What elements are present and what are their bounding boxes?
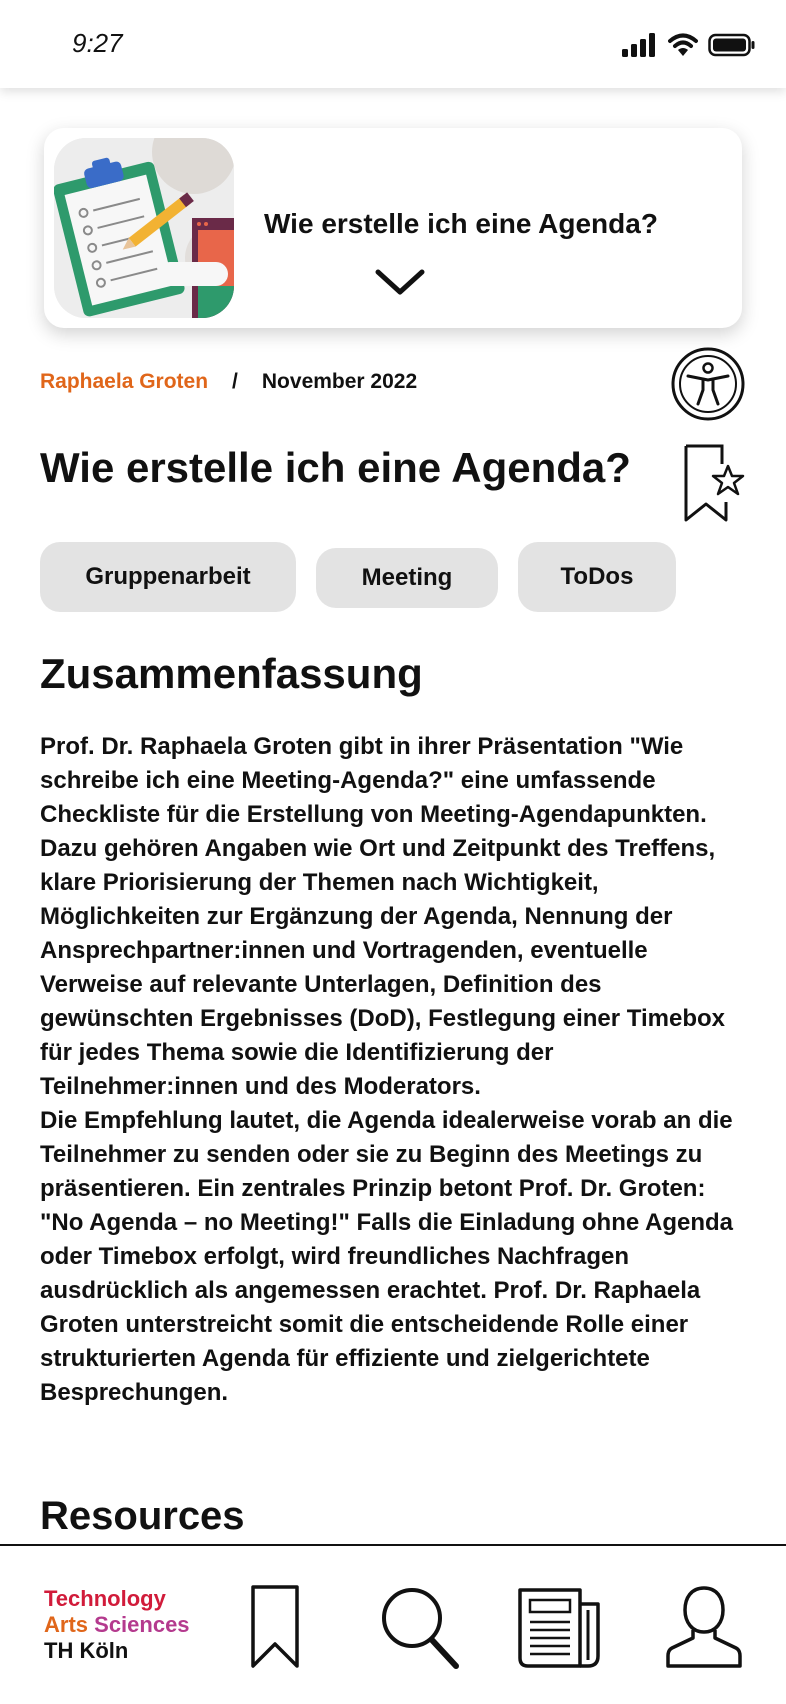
bottom-navigation: Technology Arts Sciences TH Köln: [0, 1544, 786, 1704]
meta-separator: /: [232, 370, 238, 393]
bookmark-star-icon[interactable]: [682, 444, 748, 524]
brand-line-arts-sciences: Arts Sciences: [44, 1612, 190, 1638]
brand-arts: Arts: [44, 1612, 89, 1637]
search-icon[interactable]: [378, 1584, 460, 1670]
brand-sciences: Sciences: [94, 1612, 190, 1637]
summary-text: Prof. Dr. Raphaela Groten gibt in ihrer …: [40, 730, 752, 1410]
tag-todos[interactable]: ToDos: [518, 542, 676, 612]
battery-icon: [708, 33, 755, 57]
hero-title: Wie erstelle ich eine Agenda?: [264, 208, 658, 239]
brand-line-technology: Technology: [44, 1586, 166, 1611]
summary-paragraph-1: Prof. Dr. Raphaela Groten gibt in ihrer …: [40, 733, 726, 1100]
signal-icon: [622, 33, 655, 57]
brand-line-th-koeln: TH Köln: [44, 1638, 129, 1663]
clipboard-illustration: [54, 138, 234, 318]
summary-paragraph-2: Die Empfehlung lautet, die Agenda ideale…: [40, 1107, 734, 1406]
author-link[interactable]: Raphaela Groten: [40, 370, 208, 394]
summary-heading: Zusammenfassung: [40, 650, 423, 697]
accessibility-icon[interactable]: [670, 346, 746, 422]
article-date: November 2022: [261, 370, 418, 393]
resources-heading: Resources: [40, 1494, 245, 1538]
status-time: 9:27: [72, 28, 123, 58]
tag-meeting[interactable]: Meeting: [316, 548, 498, 608]
hero-illustration: [54, 138, 234, 318]
news-icon[interactable]: [516, 1584, 606, 1670]
th-koeln-logo[interactable]: Technology Arts Sciences TH Köln: [44, 1586, 190, 1664]
status-icons: [622, 32, 756, 58]
article-hero-card[interactable]: Wie erstelle ich eine Agenda?: [44, 128, 742, 328]
status-bar: 9:27: [0, 0, 786, 88]
tag-gruppenarbeit[interactable]: Gruppenarbeit: [40, 542, 296, 612]
article-meta: Raphaela Groten / November 2022: [40, 370, 417, 394]
profile-icon[interactable]: [666, 1584, 742, 1670]
bookmark-icon[interactable]: [250, 1584, 300, 1670]
page-title: Wie erstelle ich eine Agenda?: [40, 444, 631, 491]
chevron-down-icon[interactable]: [374, 268, 426, 298]
wifi-icon: [668, 33, 698, 56]
